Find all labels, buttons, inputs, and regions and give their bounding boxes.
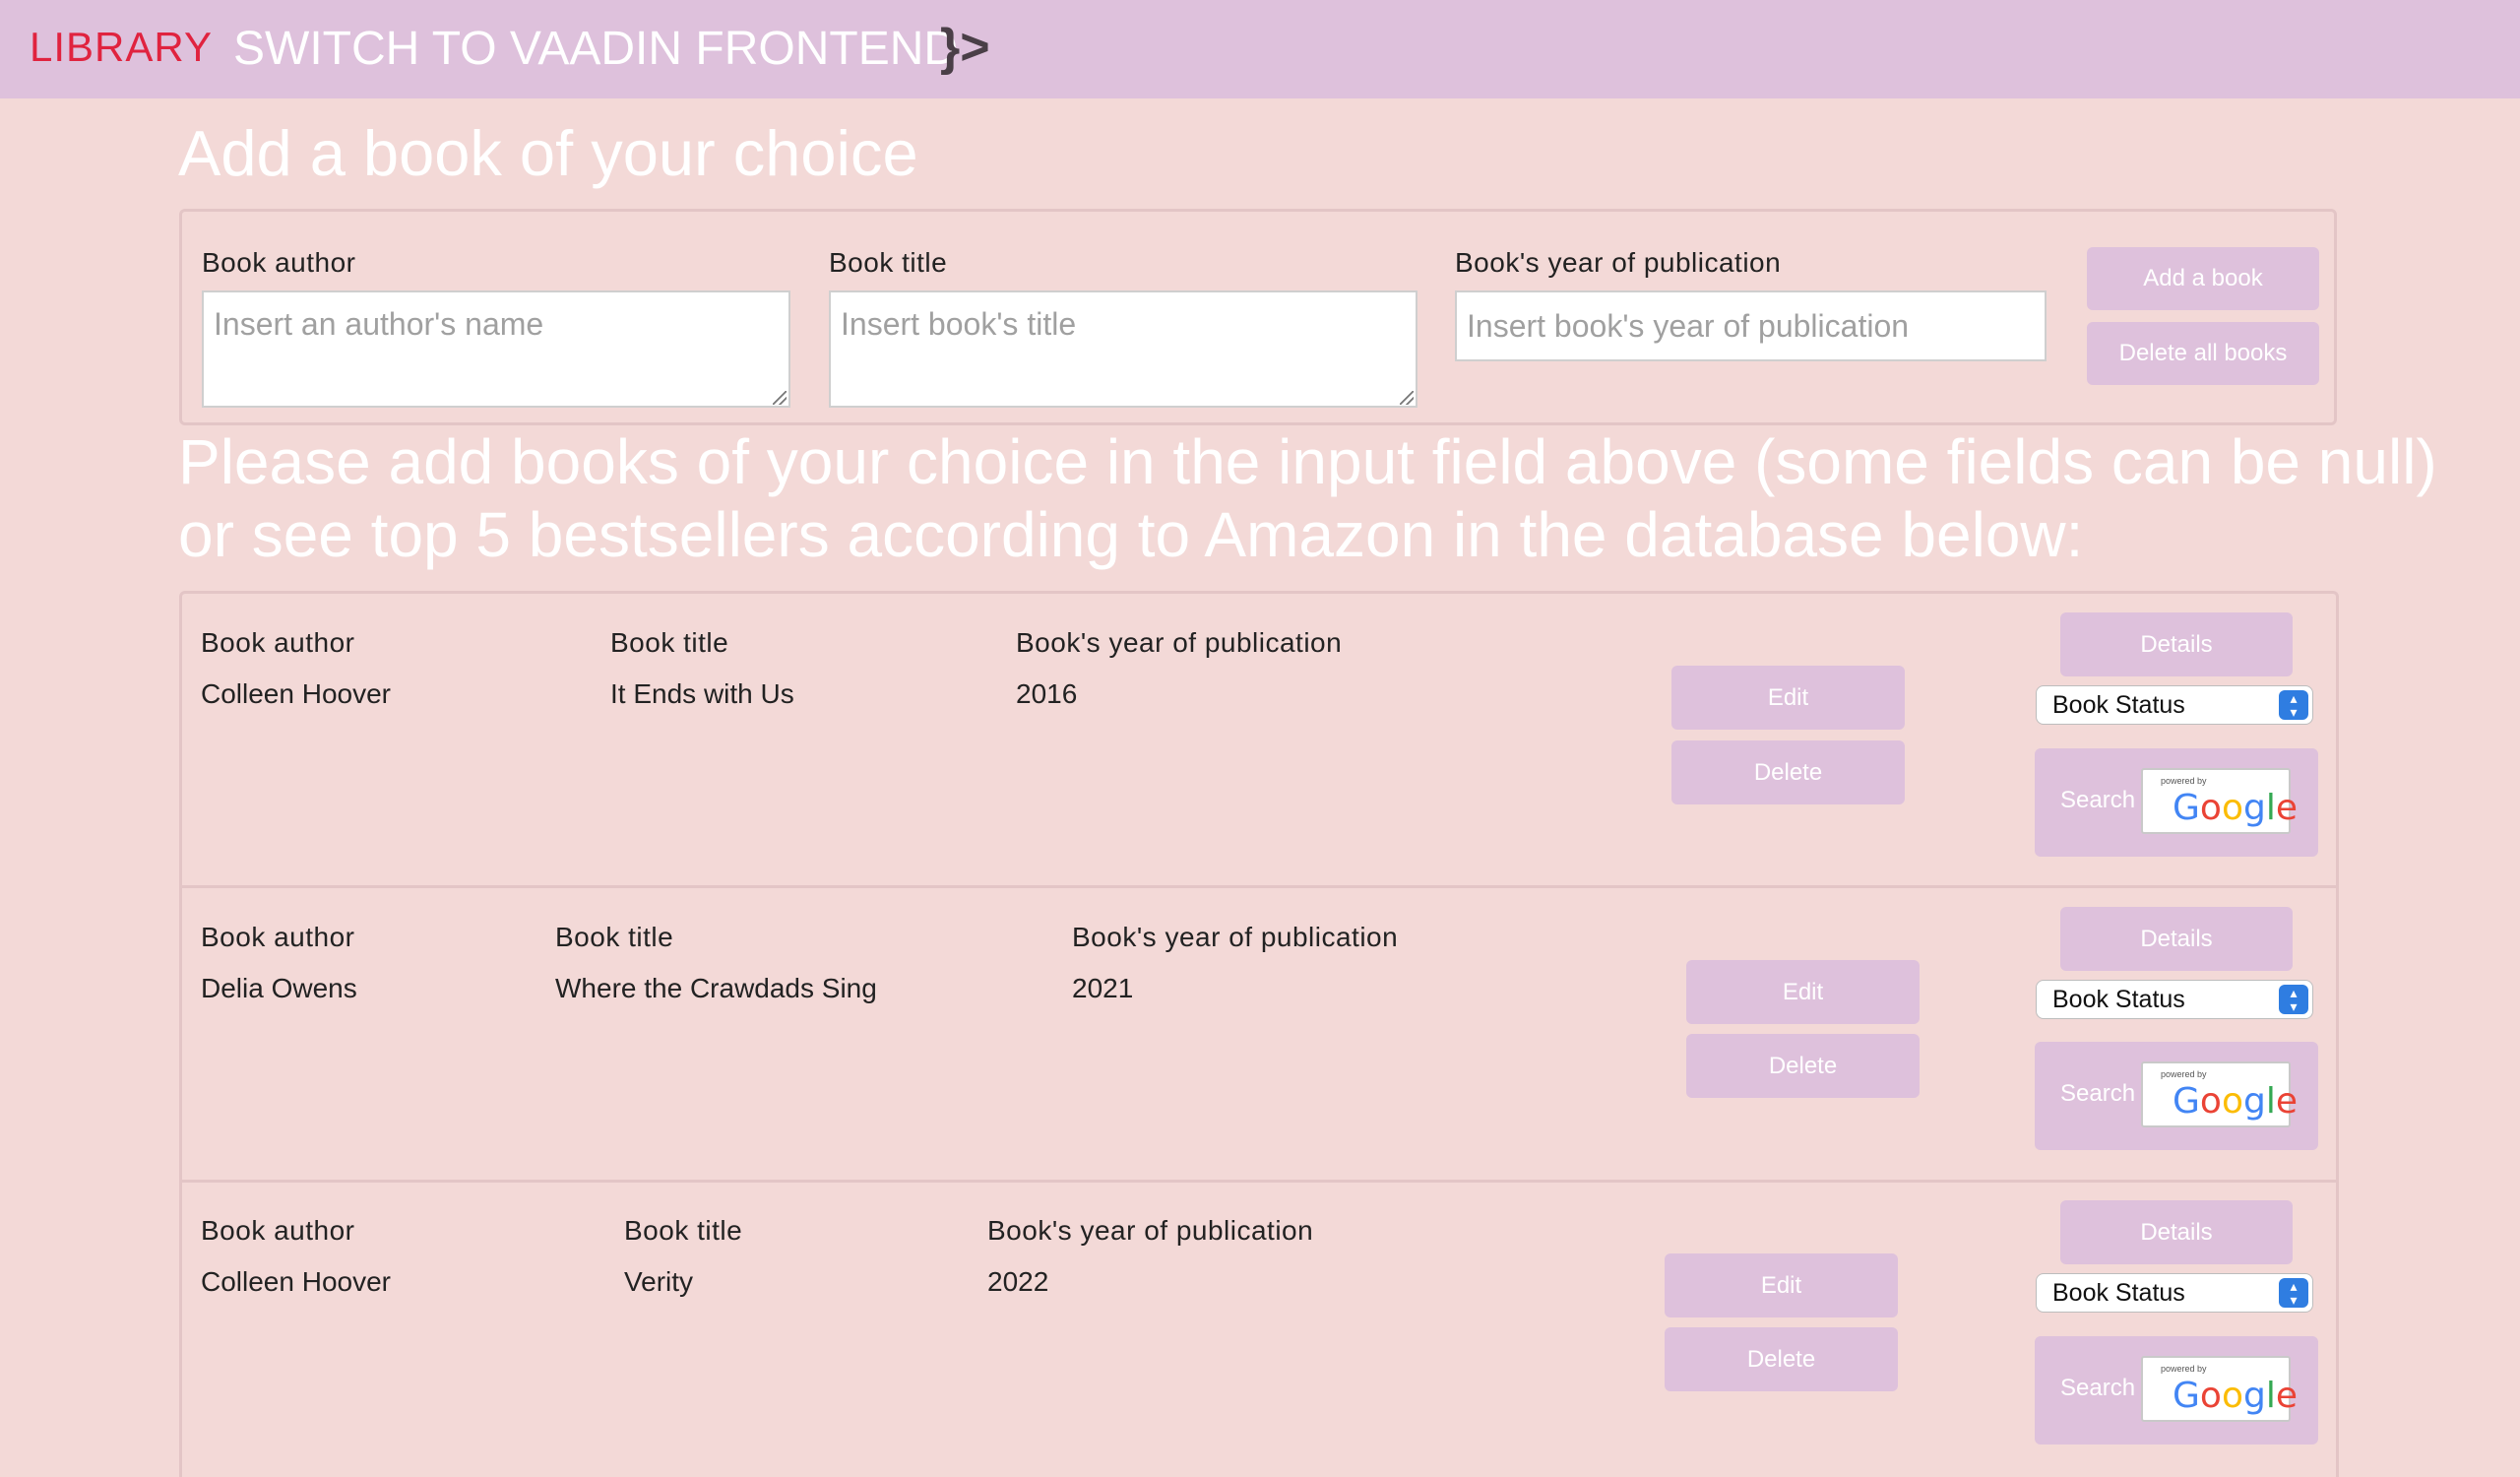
chevron-updown-icon: ▴ ▾ <box>2279 690 2308 720</box>
title-label: Book title <box>829 247 948 278</box>
book-year-label: Book's year of publication <box>1016 627 1343 658</box>
book-author-label: Book author <box>201 1215 355 1246</box>
edit-button[interactable]: Edit <box>1665 1253 1898 1317</box>
info-text: Please add books of your choice in the i… <box>178 426 2437 570</box>
book-title-label: Book title <box>610 627 729 658</box>
book-status-select[interactable]: Book Status ▴ ▾ <box>2036 1273 2313 1313</box>
top-navbar: LIBRARY SWITCH TO VAADIN FRONTEND }> <box>0 0 2520 98</box>
title-input[interactable] <box>829 290 1418 408</box>
add-book-heading: Add a book of your choice <box>178 117 918 189</box>
resize-handle-icon[interactable] <box>1400 391 1414 405</box>
book-status-value: Book Status <box>2052 1279 2185 1307</box>
powered-by-google-icon: powered by Google <box>2141 1356 2298 1422</box>
book-author: Delia Owens <box>201 973 357 1003</box>
book-author: Colleen Hoover <box>201 678 391 709</box>
book-status-value: Book Status <box>2052 691 2185 719</box>
google-search-button[interactable]: Search powered by Google <box>2035 748 2318 857</box>
book-title-label: Book title <box>555 922 674 952</box>
details-button[interactable]: Details <box>2060 612 2293 676</box>
book-year: 2016 <box>1016 678 1078 709</box>
book-title: Where the Crawdads Sing <box>555 973 877 1003</box>
details-button[interactable]: Details <box>2060 1200 2293 1264</box>
library-link[interactable]: LIBRARY <box>30 24 213 71</box>
author-label: Book author <box>202 247 356 278</box>
vaadin-logo-icon[interactable]: }> <box>940 18 990 77</box>
book-author-label: Book author <box>201 627 355 658</box>
google-search-button[interactable]: Search powered by Google <box>2035 1336 2318 1445</box>
book-year-label: Book's year of publication <box>1072 922 1399 952</box>
book-status-select[interactable]: Book Status ▴ ▾ <box>2036 685 2313 725</box>
powered-by-google-icon: powered by Google <box>2141 768 2298 834</box>
books-list <box>179 591 2339 1477</box>
resize-handle-icon[interactable] <box>773 391 787 405</box>
row-divider <box>181 1180 2337 1183</box>
book-year: 2021 <box>1072 973 1134 1003</box>
details-button[interactable]: Details <box>2060 907 2293 971</box>
book-title-label: Book title <box>624 1215 743 1246</box>
search-label: Search <box>2060 1375 2136 1401</box>
book-status-value: Book Status <box>2052 986 2185 1013</box>
book-year-label: Book's year of publication <box>987 1215 1314 1246</box>
google-search-button[interactable]: Search powered by Google <box>2035 1042 2318 1150</box>
delete-all-books-button[interactable]: Delete all books <box>2087 322 2319 385</box>
book-title: Verity <box>624 1266 694 1297</box>
book-status-select[interactable]: Book Status ▴ ▾ <box>2036 980 2313 1019</box>
chevron-updown-icon: ▴ ▾ <box>2279 1278 2308 1308</box>
edit-button[interactable]: Edit <box>1671 666 1905 730</box>
delete-button[interactable]: Delete <box>1686 1034 1920 1098</box>
book-author: Colleen Hoover <box>201 1266 391 1297</box>
search-label: Search <box>2060 787 2136 813</box>
powered-by-google-icon: powered by Google <box>2141 1061 2298 1127</box>
year-input[interactable] <box>1455 290 2047 361</box>
year-label: Book's year of publication <box>1455 247 1782 278</box>
switch-frontend-link[interactable]: SWITCH TO VAADIN FRONTEND <box>233 22 958 76</box>
chevron-updown-icon: ▴ ▾ <box>2279 985 2308 1014</box>
add-book-button[interactable]: Add a book <box>2087 247 2319 310</box>
add-book-form: Book author Book title Book's year of pu… <box>179 209 2337 425</box>
book-title: It Ends with Us <box>610 678 794 709</box>
book-year: 2022 <box>987 1266 1049 1297</box>
book-author-label: Book author <box>201 922 355 952</box>
delete-button[interactable]: Delete <box>1665 1327 1898 1391</box>
edit-button[interactable]: Edit <box>1686 960 1920 1024</box>
search-label: Search <box>2060 1080 2136 1107</box>
row-divider <box>181 885 2337 888</box>
delete-button[interactable]: Delete <box>1671 740 1905 804</box>
author-input[interactable] <box>202 290 790 408</box>
